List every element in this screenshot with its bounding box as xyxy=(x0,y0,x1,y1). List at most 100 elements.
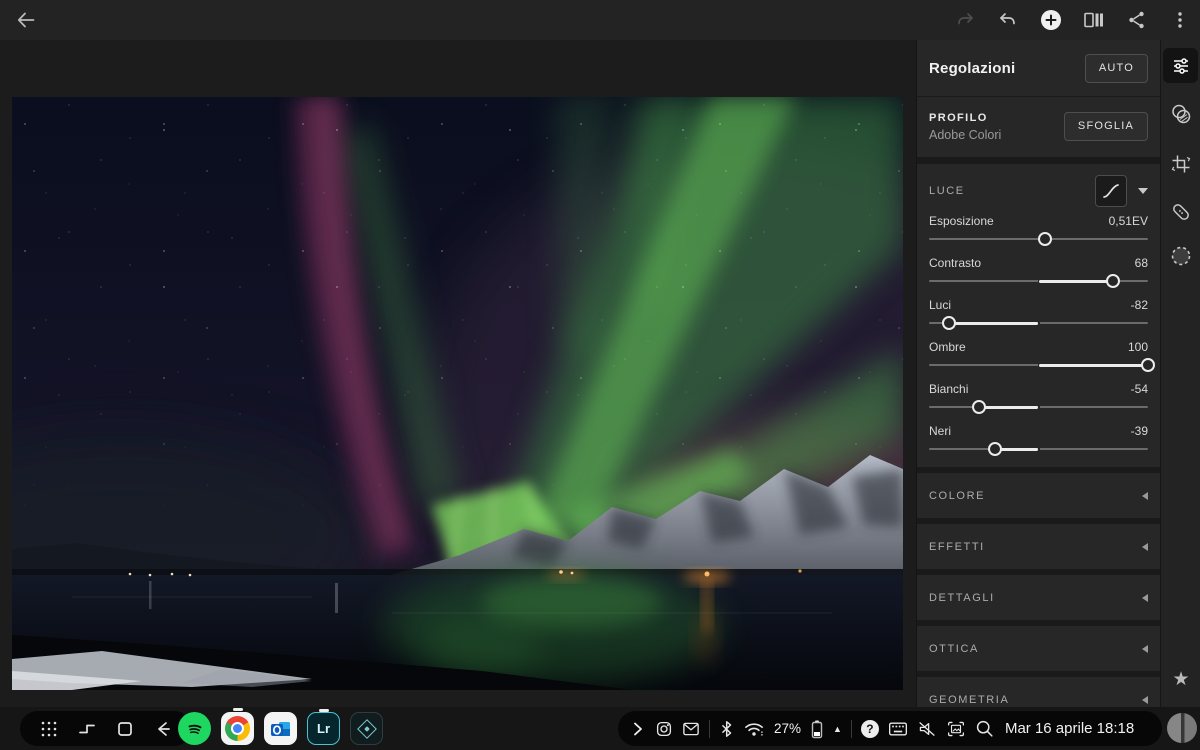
slider-track[interactable] xyxy=(929,314,1148,332)
edge-avatar-button[interactable] xyxy=(1167,713,1197,743)
instagram-icon xyxy=(655,720,673,738)
selective-edit-icon xyxy=(1169,244,1193,268)
slider-knob[interactable] xyxy=(1038,232,1052,246)
slider-knob[interactable] xyxy=(988,442,1002,456)
taskbar: Lr xyxy=(0,707,1200,750)
before-after-icon xyxy=(1083,10,1105,30)
wifi-status[interactable] xyxy=(743,720,765,738)
volume-mute-button[interactable] xyxy=(917,720,937,738)
battery-percent: 27% xyxy=(774,721,801,736)
star-icon: ★ xyxy=(1172,669,1189,690)
undo-button[interactable] xyxy=(996,8,1020,32)
slider-track[interactable] xyxy=(929,398,1148,416)
section-ottica[interactable]: OTTICA xyxy=(917,626,1160,671)
volume-muted-icon xyxy=(917,720,937,738)
recents-button[interactable] xyxy=(74,716,100,742)
tool-selective-edit[interactable] xyxy=(1163,238,1198,273)
home-button[interactable] xyxy=(112,716,138,742)
slider-knob[interactable] xyxy=(972,400,986,414)
slider-ombre: Ombre 100 xyxy=(929,334,1148,376)
browse-profiles-button[interactable]: SFOGLIA xyxy=(1064,112,1148,141)
nav-back-icon xyxy=(153,719,173,739)
apps-grid-button[interactable] xyxy=(36,716,62,742)
crop-rotate-icon xyxy=(1170,153,1192,175)
slider-track[interactable] xyxy=(929,356,1148,374)
slider-track[interactable] xyxy=(929,230,1148,248)
plus-circle-icon xyxy=(1040,9,1062,31)
edit-panel: Regolazioni AUTO PROFILO Adobe Colori SF… xyxy=(916,40,1160,707)
slider-neri: Neri-39 xyxy=(929,418,1148,460)
slider-label: Ombre xyxy=(929,340,966,354)
bluetooth-status[interactable] xyxy=(719,720,734,738)
search-icon xyxy=(975,719,994,738)
redo-button[interactable] xyxy=(953,8,977,32)
section-label: COLORE xyxy=(929,490,985,502)
notification-instagram[interactable] xyxy=(655,720,673,738)
slider-track[interactable] xyxy=(929,272,1148,290)
screen-capture-icon xyxy=(946,720,966,738)
app-chrome[interactable] xyxy=(221,712,254,745)
collapse-light-chevron-icon[interactable] xyxy=(1138,188,1148,194)
app-outlook[interactable] xyxy=(264,712,297,745)
slider-knob[interactable] xyxy=(942,316,956,330)
lightroom-badge: Lr xyxy=(317,721,330,736)
running-indicator xyxy=(319,709,329,712)
section-dettagli[interactable]: DETTAGLI xyxy=(917,575,1160,620)
slider-knob[interactable] xyxy=(1141,358,1155,372)
favorite-star-button[interactable]: ★ xyxy=(1161,668,1200,691)
keyboard-button[interactable] xyxy=(888,721,908,737)
expand-triangle-icon xyxy=(1142,594,1148,602)
back-button[interactable] xyxy=(14,8,38,32)
wifi-icon xyxy=(743,720,765,738)
screen: Regolazioni AUTO PROFILO Adobe Colori SF… xyxy=(0,0,1200,750)
help-button[interactable]: ? xyxy=(861,720,879,738)
slider-knob[interactable] xyxy=(1106,274,1120,288)
share-button[interactable] xyxy=(1125,8,1149,32)
section-effetti[interactable]: EFFETTI xyxy=(917,524,1160,569)
search-button[interactable] xyxy=(975,719,994,738)
photo[interactable] xyxy=(12,97,903,690)
tone-curve-icon xyxy=(1101,181,1121,201)
slider-label: Bianchi xyxy=(929,382,968,396)
expand-triangle-icon xyxy=(1142,543,1148,551)
chevron-right-icon xyxy=(630,721,646,737)
sliders-icon xyxy=(1170,55,1192,77)
nav-back-button[interactable] xyxy=(150,716,176,742)
back-arrow-icon xyxy=(15,9,37,31)
screen-capture-button[interactable] xyxy=(946,720,966,738)
app-spotify[interactable] xyxy=(178,712,211,745)
auto-button[interactable]: AUTO xyxy=(1085,54,1148,83)
tool-crop-rotate[interactable] xyxy=(1163,146,1198,181)
caret-up-icon: ▲ xyxy=(833,724,842,734)
tool-healing-brush[interactable] xyxy=(1163,194,1198,229)
section-geometria[interactable]: GEOMETRIA xyxy=(917,677,1160,707)
spotify-icon xyxy=(184,718,206,740)
notification-gmail[interactable] xyxy=(682,721,700,737)
section-label: DETTAGLI xyxy=(929,592,995,604)
tool-edit-sliders[interactable] xyxy=(1163,48,1198,83)
slider-value: 100 xyxy=(1128,340,1148,354)
profile-label: PROFILO xyxy=(929,112,1001,124)
battery-status[interactable]: 27% xyxy=(774,721,801,736)
app-lightroom[interactable]: Lr xyxy=(307,712,340,745)
tray-caret-button[interactable]: ▲ xyxy=(833,724,842,734)
slider-value: 0,51EV xyxy=(1109,214,1148,228)
slider-track[interactable] xyxy=(929,440,1148,458)
more-menu-button[interactable] xyxy=(1168,8,1192,32)
undo-icon xyxy=(998,10,1018,30)
section-colore[interactable]: COLORE xyxy=(917,473,1160,518)
redo-icon xyxy=(955,10,975,30)
status-tray: 27% ▲ ? xyxy=(618,711,1162,746)
before-after-button[interactable] xyxy=(1082,8,1106,32)
chrome-icon xyxy=(225,716,250,741)
tool-presets[interactable] xyxy=(1163,96,1198,131)
bluetooth-icon xyxy=(719,720,734,738)
gmail-icon xyxy=(682,721,700,737)
app-diamond[interactable] xyxy=(350,712,383,745)
tone-curve-button[interactable] xyxy=(1095,175,1127,207)
tray-expand-button[interactable] xyxy=(630,721,646,737)
clock[interactable]: Mar 16 aprile 18:18 xyxy=(1005,720,1134,737)
battery-icon-wrap[interactable] xyxy=(810,719,824,739)
add-photos-button[interactable] xyxy=(1039,8,1063,32)
slider-value: 68 xyxy=(1135,256,1148,270)
